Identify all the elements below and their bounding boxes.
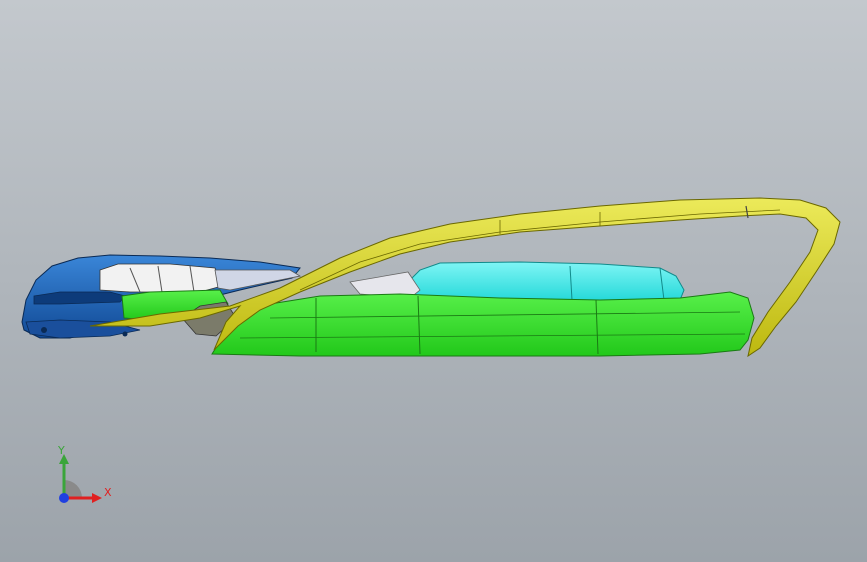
3d-viewport[interactable]: Y X	[0, 0, 867, 562]
model-scene[interactable]: Y X	[0, 0, 867, 562]
y-axis-label: Y	[57, 444, 65, 457]
z-axis-dot	[59, 493, 69, 503]
x-axis-label: X	[104, 486, 112, 499]
